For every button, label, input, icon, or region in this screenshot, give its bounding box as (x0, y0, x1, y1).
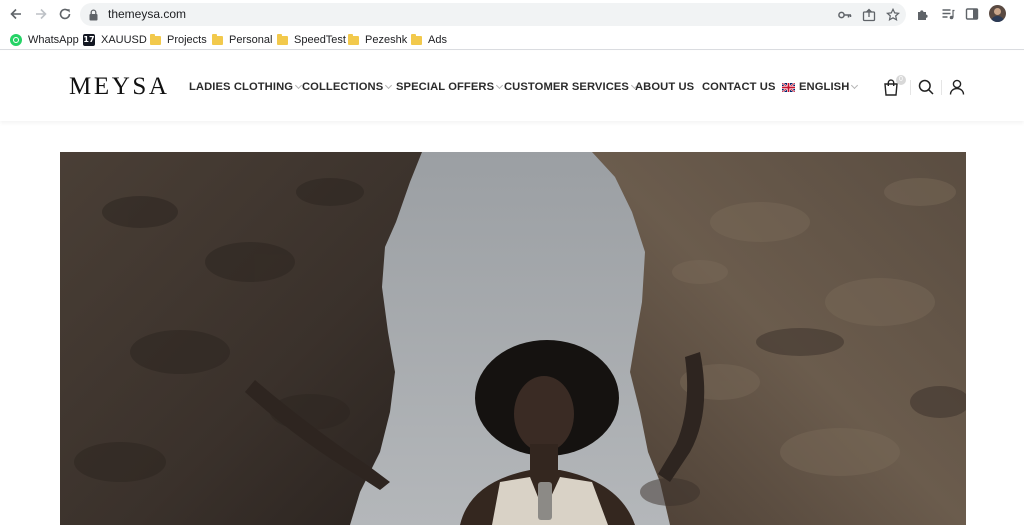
reload-icon[interactable] (55, 4, 75, 24)
nav-label: ABOUT US (635, 81, 695, 93)
nav-label: CONTACT US (702, 81, 776, 93)
folder-icon (149, 34, 161, 46)
bookmarks-bar: WhatsApp 17 XAUUSD Projects Personal Spe… (0, 29, 1024, 50)
uk-flag-icon (782, 82, 795, 92)
back-arrow-icon[interactable] (6, 4, 26, 24)
chevron-down-icon (385, 81, 393, 89)
nav-label: SPECIAL OFFERS (396, 81, 495, 93)
browser-toolbar: themeysa.com (0, 0, 1024, 29)
nav-about-us[interactable]: ABOUT US (635, 80, 694, 94)
header-divider (941, 80, 942, 95)
forward-arrow-icon[interactable] (31, 4, 51, 24)
url-text[interactable]: themeysa.com (108, 7, 186, 21)
folder-icon (410, 34, 422, 46)
bookmark-speedtest[interactable]: SpeedTest (276, 32, 346, 47)
search-icon[interactable] (917, 78, 935, 96)
bookmark-star-icon[interactable] (885, 7, 901, 23)
bookmark-pezeshk[interactable]: Pezeshk (347, 32, 407, 47)
site-logo[interactable]: MEYSA (69, 73, 170, 101)
nav-contact-us[interactable]: CONTACT US (702, 80, 776, 94)
nav-customer-services[interactable]: CUSTOMER SERVICES (504, 80, 639, 94)
nav-label: CUSTOMER SERVICES (504, 81, 629, 93)
share-icon[interactable] (861, 7, 877, 23)
nav-label: LADIES CLOTHING (189, 81, 294, 93)
key-icon[interactable] (837, 7, 853, 23)
chevron-down-icon (851, 81, 859, 89)
bookmark-label: XAUUSD (101, 33, 147, 46)
bookmark-label: Personal (229, 33, 273, 46)
bookmark-label: SpeedTest (294, 33, 346, 46)
puzzle-icon[interactable] (914, 5, 932, 23)
profile-avatar[interactable] (989, 5, 1006, 22)
bookmark-xauusd[interactable]: 17 XAUUSD (83, 32, 147, 47)
address-bar[interactable]: themeysa.com (80, 3, 906, 26)
folder-icon (211, 34, 223, 46)
lock-icon (89, 8, 98, 26)
hero-banner-image (60, 152, 966, 525)
bookmark-label: Projects (167, 33, 207, 46)
chevron-down-icon (496, 81, 504, 89)
nav-ladies-clothing[interactable]: LADIES CLOTHING (189, 80, 303, 94)
nav-label: ENGLISH (799, 81, 850, 93)
side-panel-icon[interactable] (963, 5, 981, 23)
site-header: MEYSA LADIES CLOTHING COLLECTIONS SPECIA… (0, 51, 1024, 121)
media-list-icon[interactable] (939, 5, 957, 23)
tradingview-icon: 17 (83, 33, 95, 46)
nav-language[interactable]: ENGLISH (782, 80, 859, 94)
bookmark-ads[interactable]: Ads (410, 32, 447, 47)
whatsapp-icon (10, 33, 22, 46)
cart-count-badge: 0 (896, 75, 906, 85)
account-icon[interactable] (948, 78, 966, 96)
nav-collections[interactable]: COLLECTIONS (302, 80, 393, 94)
header-divider (910, 80, 911, 95)
folder-icon (347, 34, 359, 46)
folder-icon (276, 34, 288, 46)
nav-label: COLLECTIONS (302, 81, 384, 93)
bookmark-whatsapp[interactable]: WhatsApp (10, 32, 79, 47)
bookmark-label: WhatsApp (28, 33, 79, 46)
bookmark-label: Pezeshk (365, 33, 408, 46)
bookmark-label: Ads (428, 33, 447, 46)
bookmark-projects[interactable]: Projects (149, 32, 207, 47)
nav-special-offers[interactable]: SPECIAL OFFERS (396, 80, 504, 94)
bookmark-personal[interactable]: Personal (211, 32, 272, 47)
